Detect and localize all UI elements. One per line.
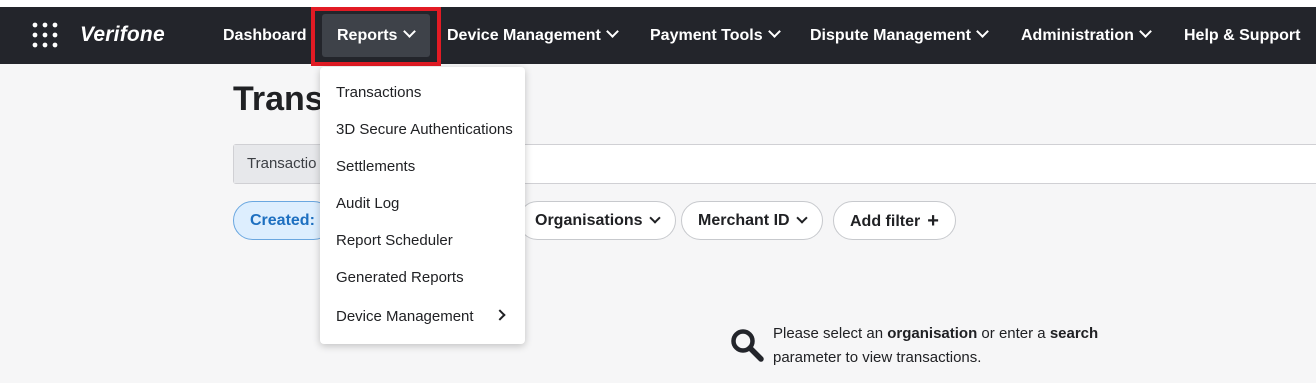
menu-item-audit-log[interactable]: Audit Log — [336, 195, 399, 212]
nav-payment-tools[interactable]: Payment Tools — [650, 7, 781, 64]
page-title: Trans — [233, 80, 324, 118]
top-navbar: Verifone Dashboard Reports Device Manage… — [0, 7, 1316, 64]
nav-administration-label: Administration — [1021, 27, 1134, 44]
nav-dashboard-label: Dashboard — [223, 27, 307, 44]
nav-device-management-label: Device Management — [447, 27, 601, 44]
menu-item-generated-reports[interactable]: Generated Reports — [336, 269, 464, 286]
menu-item-3d-secure-authentications[interactable]: 3D Secure Authentications — [336, 121, 513, 138]
menu-item-report-scheduler[interactable]: Report Scheduler — [336, 232, 453, 249]
filter-chip-merchant-id[interactable]: Merchant ID — [681, 201, 823, 240]
search-type-select[interactable]: Transactio — [234, 145, 334, 183]
filter-chip-organisations-label: Organisations — [535, 212, 643, 229]
chevron-down-icon — [605, 25, 619, 38]
empty-text-part: Please select an — [773, 325, 888, 342]
chevron-down-icon — [767, 25, 781, 38]
filter-chip-merchant-id-label: Merchant ID — [698, 212, 790, 229]
reports-dropdown-menu: Transactions 3D Secure Authentications S… — [320, 67, 525, 344]
chevron-down-icon — [976, 25, 989, 38]
empty-text-line2: parameter to view transactions. — [773, 349, 982, 366]
nav-dispute-management[interactable]: Dispute Management — [810, 7, 989, 64]
chevron-down-icon — [795, 212, 808, 224]
nav-payment-tools-label: Payment Tools — [650, 27, 763, 44]
nav-reports[interactable]: Reports — [322, 14, 430, 57]
menu-item-settlements[interactable]: Settlements — [336, 158, 415, 175]
chevron-down-icon — [403, 25, 417, 38]
filter-chip-organisations[interactable]: Organisations — [518, 201, 676, 240]
nav-device-management[interactable]: Device Management — [447, 7, 619, 64]
plus-icon: + — [927, 210, 939, 232]
nav-dispute-management-label: Dispute Management — [810, 27, 971, 44]
add-filter-label: Add filter — [850, 213, 921, 230]
menu-item-device-management[interactable]: Device Management — [336, 308, 474, 325]
chevron-right-icon — [494, 309, 506, 321]
filter-chip-created[interactable]: Created: 1 — [233, 201, 333, 240]
nav-help-support-label: Help & Support — [1184, 27, 1301, 44]
top-strip — [0, 0, 1316, 7]
nav-dashboard[interactable]: Dashboard — [223, 7, 307, 64]
empty-text-bold-organisation: organisation — [887, 325, 978, 342]
empty-text-bold-search: search — [1049, 325, 1099, 342]
menu-item-transactions[interactable]: Transactions — [336, 84, 421, 101]
filter-chip-created-label: Created: 1 — [250, 212, 329, 229]
nav-help-support[interactable]: Help & Support — [1184, 7, 1300, 64]
add-filter-button[interactable]: Add filter + — [833, 201, 956, 240]
empty-text-part: or enter a — [977, 325, 1050, 342]
chevron-down-icon — [1139, 25, 1152, 38]
search-icon — [731, 329, 764, 362]
chevron-down-icon — [648, 212, 661, 224]
nav-administration[interactable]: Administration — [1021, 7, 1152, 64]
empty-state-message: Please select an organisation or enter a… — [773, 322, 1193, 370]
verifone-logo[interactable]: Verifone — [80, 23, 165, 47]
nav-reports-label: Reports — [337, 27, 398, 44]
apps-grid-icon[interactable] — [32, 22, 58, 48]
